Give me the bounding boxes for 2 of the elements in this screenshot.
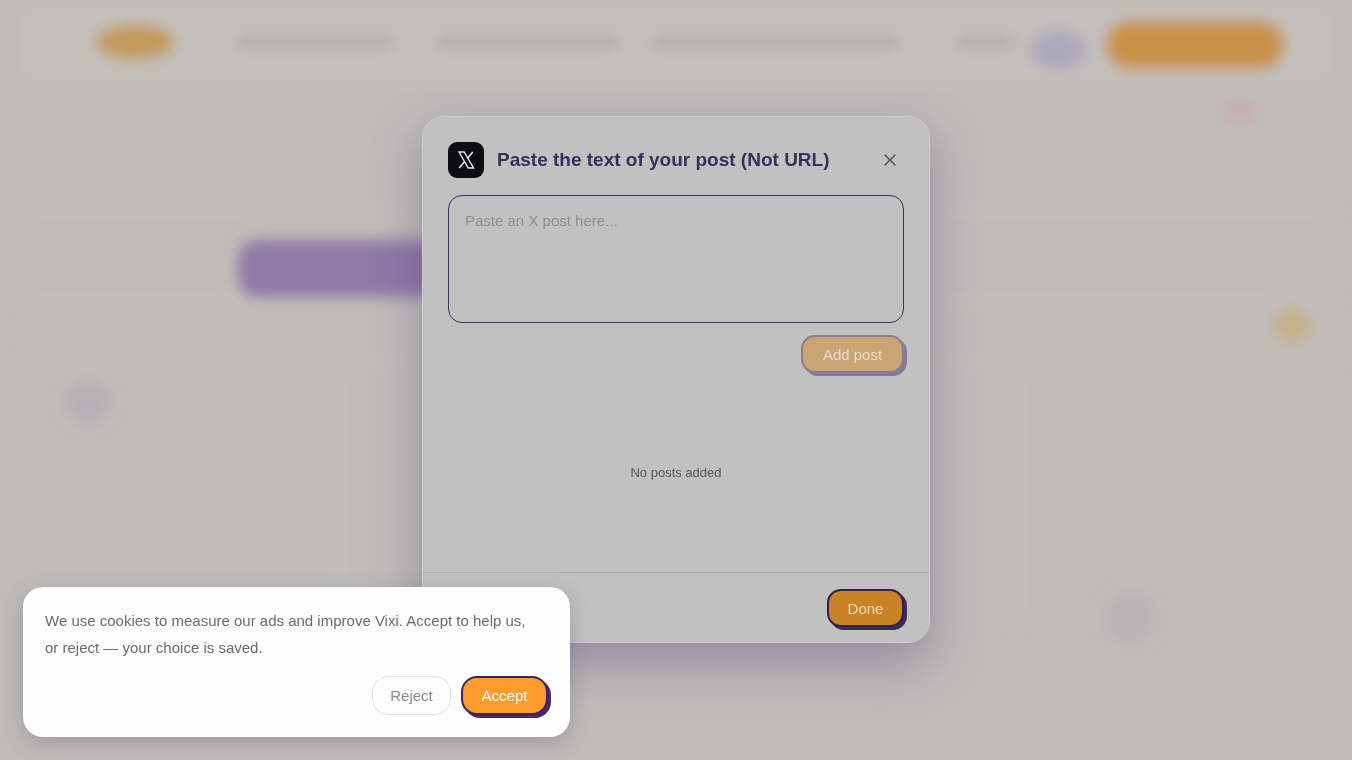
reject-button[interactable]: Reject (372, 676, 451, 715)
accept-button[interactable]: Accept (461, 676, 548, 715)
